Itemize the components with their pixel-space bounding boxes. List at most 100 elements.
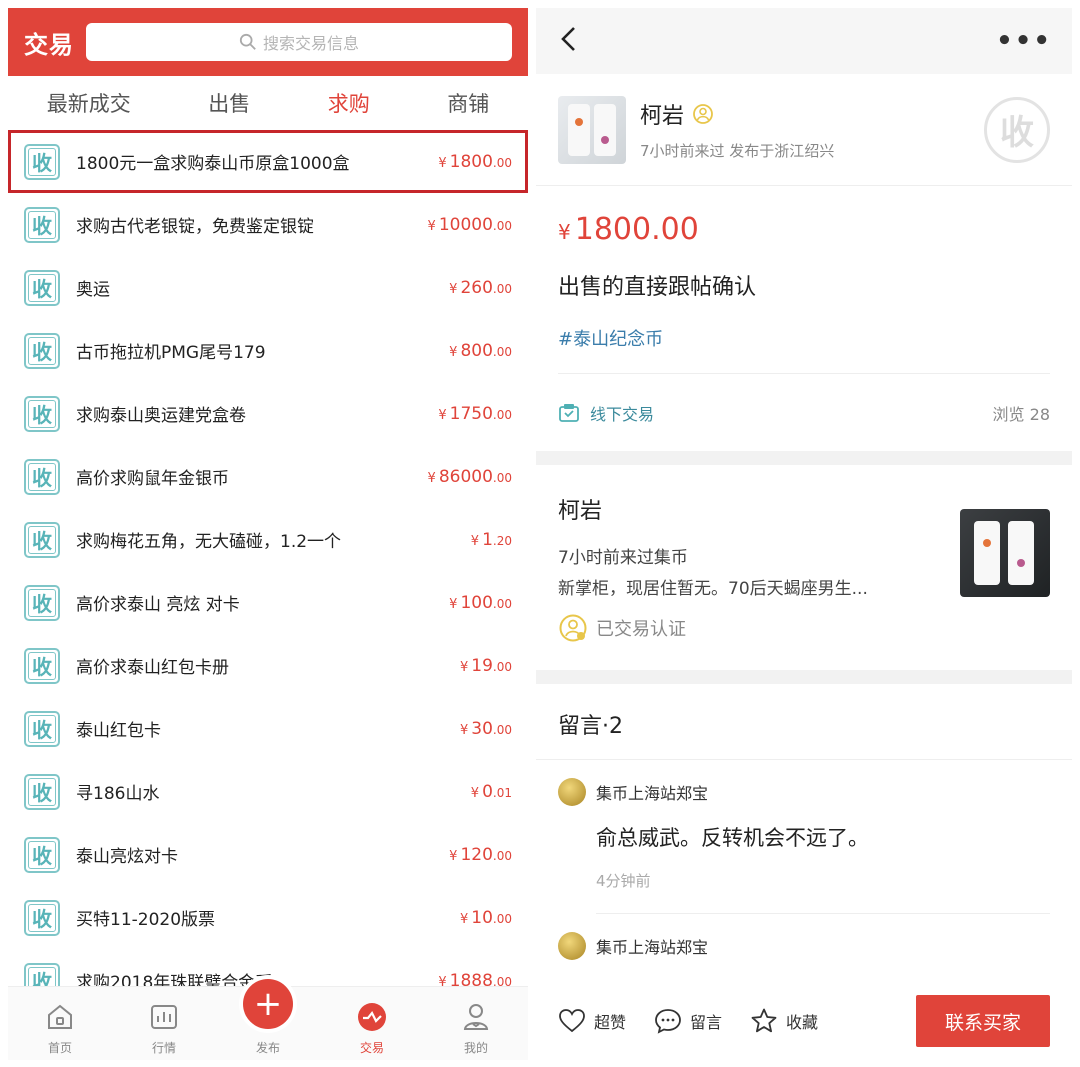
- category-tabs: 最新成交 出售 求购 商铺: [8, 76, 528, 130]
- trade-type-label: 线下交易: [590, 404, 655, 424]
- price-integer: 1: [482, 529, 493, 550]
- item-price: ¥10.00: [460, 908, 512, 928]
- list-item[interactable]: 收高价求泰山 亮炫 对卡 ¥100.00: [8, 571, 528, 634]
- item-price: ¥260.00: [449, 278, 512, 298]
- currency-symbol: ¥: [438, 407, 447, 423]
- currency-symbol: ¥: [449, 281, 458, 297]
- nav-mine[interactable]: 我的: [440, 1001, 512, 1056]
- action-bar: 超赞 留言 收藏 联系买家: [536, 982, 1072, 1060]
- price-decimal: .00: [492, 659, 512, 674]
- list-item[interactable]: 收泰山亮炫对卡 ¥120.00: [8, 823, 528, 886]
- item-price: ¥800.00: [449, 341, 512, 361]
- item-title: 高价求购鼠年金银币: [76, 469, 229, 489]
- price-integer: 0: [482, 781, 493, 802]
- list-item[interactable]: 收买特11-2020版票 ¥10.00: [8, 886, 528, 949]
- collect-stamp-icon: 收: [984, 96, 1050, 163]
- commenter-name[interactable]: 集币上海站郑宝: [596, 934, 708, 958]
- comment-header: 集币上海站郑宝: [558, 932, 1050, 960]
- section-divider: [536, 451, 1072, 465]
- list-item[interactable]: 收高价求购鼠年金银币 ¥86000.00: [8, 445, 528, 508]
- item-price: ¥19.00: [460, 656, 512, 676]
- commenter-name[interactable]: 集币上海站郑宝: [596, 780, 708, 804]
- seller-avatar[interactable]: [558, 95, 626, 164]
- item-title: 求购梅花五角，无大磕碰，1.2一个: [76, 532, 342, 552]
- buy-request-icon: 收: [24, 584, 60, 621]
- tab-buy[interactable]: 求购: [328, 88, 370, 118]
- more-dots-icon: •••: [996, 26, 1052, 56]
- item-title: 古币拖拉机PMG尾号179: [76, 343, 266, 363]
- item-title: 求购古代老银锭，免费鉴定银锭: [76, 217, 314, 237]
- list-item[interactable]: 收求购古代老银锭，免费鉴定银锭 ¥10000.00: [8, 193, 528, 256]
- nav-market[interactable]: 行情: [128, 1001, 200, 1056]
- back-button[interactable]: [556, 25, 584, 57]
- header-bar: 交易 搜索交易信息: [8, 8, 528, 76]
- search-placeholder: 搜索交易信息: [262, 34, 359, 53]
- currency-symbol: ¥: [449, 848, 458, 864]
- tab-shops[interactable]: 商铺: [447, 88, 489, 118]
- price-integer: 1750: [449, 403, 493, 424]
- list-item[interactable]: 收寻186山水 ¥0.01: [8, 760, 528, 823]
- commenter-avatar[interactable]: [558, 932, 586, 960]
- more-button[interactable]: •••: [996, 26, 1052, 56]
- comment-label: 留言: [690, 1013, 723, 1032]
- bottom-nav: 首页 行情 + 发布 交易 我的: [8, 979, 528, 1060]
- list-item[interactable]: 收求购泰山奥运建党盒卷 ¥1750.00: [8, 382, 528, 445]
- price-decimal: .00: [492, 911, 512, 926]
- list-item[interactable]: 收高价求泰山红包卡册 ¥19.00: [8, 634, 528, 697]
- item-title: 泰山红包卡: [76, 721, 161, 741]
- item-title: 寻186山水: [76, 784, 160, 804]
- nav-home[interactable]: 首页: [24, 1001, 96, 1056]
- tab-latest[interactable]: 最新成交: [47, 88, 131, 118]
- list-item[interactable]: 收奥运 ¥260.00: [8, 256, 528, 319]
- price-integer: 1800: [449, 151, 493, 172]
- search-input[interactable]: 搜索交易信息: [86, 23, 512, 61]
- price-integer: 800: [460, 340, 493, 361]
- price-decimal: .01: [492, 785, 512, 800]
- favorite-button[interactable]: 收藏: [750, 1007, 818, 1035]
- price-decimal: .00: [492, 281, 512, 296]
- trade-type: 线下交易: [558, 401, 654, 425]
- price-integer: 30: [471, 718, 493, 739]
- item-price: ¥1800.00: [438, 152, 512, 172]
- user-icon: [463, 1004, 489, 1030]
- buy-request-icon: 收: [24, 395, 60, 432]
- currency-symbol: ¥: [459, 722, 469, 738]
- item-price: ¥1.20: [471, 530, 512, 550]
- comments-title: 留言·2: [536, 684, 1072, 760]
- buy-request-icon: 收: [24, 710, 60, 747]
- seller-card[interactable]: 柯岩 7小时前来过集币 新掌柜，现居住暂无。70后天蝎座男生... 已交易认证: [536, 465, 1072, 670]
- comment-icon: [655, 1009, 681, 1034]
- price-decimal: .00: [492, 407, 512, 422]
- topic-tag[interactable]: #泰山纪念币: [536, 301, 1072, 351]
- list-item[interactable]: 收求购梅花五角，无大磕碰，1.2一个 ¥1.20: [8, 508, 528, 571]
- request-description: 出售的直接跟帖确认: [558, 275, 757, 300]
- nav-publish[interactable]: + 发布: [232, 979, 304, 1056]
- currency-symbol: ¥: [459, 659, 469, 675]
- comment-header: 集币上海站郑宝: [558, 778, 1050, 806]
- trade-verified: 已交易认证: [558, 613, 1050, 643]
- nav-publish-label: 发布: [255, 1041, 280, 1055]
- comment-text: 俞总威武。反转机会不远了。: [596, 826, 869, 850]
- nav-trade[interactable]: 交易: [336, 1001, 408, 1056]
- item-title: 高价求泰山红包卡册: [76, 658, 229, 678]
- contact-buyer-button[interactable]: 联系买家: [916, 995, 1050, 1047]
- currency-symbol: ¥: [470, 533, 480, 549]
- verified-user-icon: [559, 614, 587, 642]
- list-item[interactable]: 收泰山红包卡 ¥30.00: [8, 697, 528, 760]
- nav-mine-label: 我的: [463, 1041, 488, 1055]
- buy-request-icon: 收: [24, 647, 60, 684]
- list-item[interactable]: 收古币拖拉机PMG尾号179 ¥800.00: [8, 319, 528, 382]
- buy-request-list: 收 1800元一盒求购泰山币原盒1000盒 ¥1800.00 收求购古代老银锭，免费鉴…: [8, 130, 528, 1012]
- list-item[interactable]: 收 1800元一盒求购泰山币原盒1000盒 ¥1800.00: [8, 130, 528, 193]
- like-label: 超赞: [594, 1013, 627, 1032]
- buy-request-icon: 收: [24, 143, 60, 180]
- comment-button[interactable]: 留言: [654, 1007, 722, 1035]
- item-title: 泰山亮炫对卡: [76, 847, 178, 867]
- buy-request-icon: 收: [24, 899, 60, 936]
- tab-sell[interactable]: 出售: [208, 88, 250, 118]
- commenter-avatar[interactable]: [558, 778, 586, 806]
- like-button[interactable]: 超赞: [558, 1007, 626, 1035]
- price-decimal: .00: [492, 722, 512, 737]
- currency-symbol: ¥: [459, 911, 469, 927]
- seller-card-image: [960, 509, 1050, 597]
